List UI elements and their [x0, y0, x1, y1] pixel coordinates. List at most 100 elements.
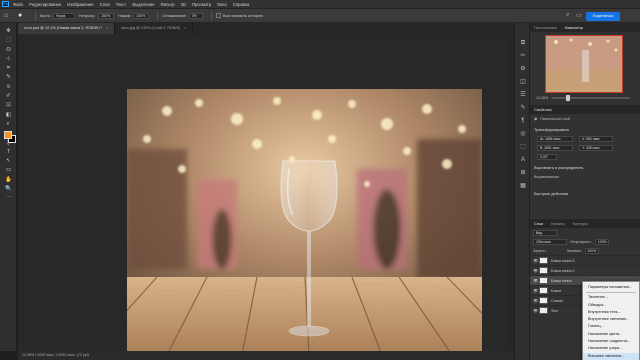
tab-document-1[interactable]: стол.psd @ 12,1% (Новая папка 2, RGB/8*)… — [18, 23, 116, 34]
tool-icon[interactable]: ⬚ — [0, 36, 17, 45]
panel-toggle-icon[interactable]: ✎ — [515, 102, 531, 115]
menu-item[interactable]: Файл — [13, 2, 23, 7]
panel-toggle-icon[interactable]: ◫ — [515, 76, 531, 89]
close-icon[interactable]: × — [106, 26, 108, 30]
tab-channels[interactable]: Каналы — [547, 222, 568, 226]
share-button[interactable]: Поделиться — [586, 12, 620, 21]
menu-item[interactable]: Справка — [233, 2, 249, 7]
panel-toggle-icon[interactable]: ⬚ — [515, 141, 531, 154]
menu-item[interactable]: Изображение — [67, 2, 93, 7]
layer-kind-icon: ▣ — [534, 116, 538, 121]
workspace-icon[interactable]: ▭ — [576, 12, 582, 19]
smoothing-input[interactable]: 0% — [188, 12, 203, 19]
tool-icon[interactable]: ✐ — [0, 92, 17, 101]
panel-toggle-icon[interactable]: ✂ — [515, 50, 531, 63]
tools-panel: ✥⬚ʘ⊹⌗✎⦸✐⊡◧◐◔⬯T↖▭✋🔍⋯ — [0, 23, 17, 351]
opacity-input[interactable]: 100% — [98, 12, 115, 19]
width-field[interactable]: Ш: 1894 пикс. — [537, 135, 573, 142]
home-icon[interactable]: ⌂ — [4, 12, 12, 20]
tool-icon[interactable]: ▭ — [0, 166, 17, 175]
menu-item[interactable]: Выделение — [132, 2, 154, 7]
menu-item[interactable]: Окно — [217, 2, 227, 7]
layer-kind-filter[interactable]: Вид — [533, 229, 557, 236]
tool-icon[interactable]: ↖ — [0, 157, 17, 166]
tab-paths[interactable]: Контуры — [569, 222, 592, 226]
tool-icon[interactable]: ⌗ — [0, 64, 17, 73]
layer-thumbnail — [539, 287, 548, 294]
context-menu-item[interactable]: Наложение цвета... — [583, 331, 639, 338]
tab-histogram[interactable]: Гистограмма — [530, 26, 561, 30]
close-icon[interactable]: × — [184, 26, 186, 30]
context-menu-item[interactable]: Наложение градиента... — [583, 338, 639, 345]
menu-item[interactable]: Текст — [116, 2, 127, 7]
menu-item[interactable]: Редактирование — [29, 2, 61, 7]
tab-layers[interactable]: Слои — [530, 222, 547, 226]
history-checkbox[interactable] — [215, 13, 221, 18]
context-menu-item[interactable]: Тиснение... — [583, 294, 639, 301]
panel-toggle-icon[interactable]: ¶ — [515, 115, 531, 128]
panel-toggle-icon[interactable]: ⚙ — [515, 63, 531, 76]
tool-icon[interactable]: ⊹ — [0, 55, 17, 64]
context-menu-item[interactable]: Внутренняя тень... — [583, 309, 639, 316]
mode-select[interactable]: Норм. — [53, 12, 76, 19]
foreground-color-swatch[interactable] — [4, 131, 12, 139]
tool-icon[interactable]: ⊡ — [0, 101, 17, 110]
context-menu-item[interactable]: Внутреннее свечение... — [583, 316, 639, 323]
context-menu-item[interactable]: Параметры наложения... — [583, 284, 639, 291]
tool-icon[interactable]: ✋ — [0, 176, 17, 185]
status-bar: 12,06% | 3000 пикс. x 2000 пикс. (72 ppi… — [18, 351, 514, 360]
tab-navigator[interactable]: Навигатор — [561, 26, 587, 30]
layer-thumbnail — [539, 277, 548, 284]
properties-header[interactable]: Свойства — [530, 105, 640, 114]
search-icon[interactable]: ⌕ — [566, 12, 569, 19]
fill-input[interactable]: 100% — [584, 247, 599, 254]
tool-icon[interactable]: ʘ — [0, 46, 17, 55]
blend-mode-select[interactable]: Обычные — [533, 238, 567, 245]
brush-preset-icon[interactable]: ● — [18, 12, 28, 20]
zoom-slider-knob[interactable] — [566, 95, 571, 101]
tool-icon[interactable]: 🔍 — [0, 185, 17, 194]
layer-thumbnail — [539, 267, 548, 274]
panel-toggle-icon[interactable]: ⊞ — [515, 167, 531, 180]
menu-item[interactable]: Просмотр — [192, 2, 211, 7]
tab-document-2[interactable]: фон.jpg @ 133% (Слой 0, RGB/8) × — [115, 23, 194, 34]
tool-icon[interactable]: ◐ — [0, 120, 17, 129]
tool-icon[interactable]: ◧ — [0, 111, 17, 120]
panel-toggle-icon[interactable]: ▦ — [515, 180, 531, 193]
context-menu-item[interactable]: Наложение узора... — [583, 345, 639, 352]
tool-icon[interactable]: T — [0, 148, 17, 157]
context-menu-item[interactable]: Глянец... — [583, 323, 639, 330]
tool-icon[interactable]: ✥ — [0, 27, 17, 36]
quick-actions-title[interactable]: Быстрые действия — [530, 187, 640, 198]
context-menu-item[interactable]: Внешнее свечение... — [583, 352, 639, 360]
layer-row[interactable]: 👁 Блики копия 2 — [530, 265, 640, 275]
tool-icon[interactable]: ✎ — [0, 73, 17, 82]
context-menu-item[interactable]: Обводка... — [583, 302, 639, 309]
zoom-value[interactable]: 12,06% — [536, 96, 548, 100]
panel-toggle-icon[interactable]: ☰ — [515, 89, 531, 102]
angle-field[interactable]: 0,00° — [537, 153, 557, 160]
layer-row[interactable]: 👁 Блики копия 3 — [530, 255, 640, 265]
app-logo[interactable]: Ps — [2, 1, 9, 7]
panel-toggle-icon[interactable]: ◎ — [515, 128, 531, 141]
navigator-thumbnail[interactable] — [545, 35, 623, 93]
align-section-title[interactable]: Выровнять и распределить — [530, 161, 640, 172]
height-field[interactable]: В: 2651 пикс. — [537, 144, 573, 151]
tool-icon[interactable]: ⦸ — [0, 83, 17, 92]
panel-toggle-icon[interactable]: ⧉ — [515, 37, 531, 50]
y-field[interactable]: Y: 338 пикс. — [579, 144, 613, 151]
tool-icon[interactable]: ⋯ — [0, 194, 17, 203]
layer-opacity-input[interactable]: 100% — [594, 238, 609, 245]
zoom-slider[interactable] — [552, 95, 630, 101]
canvas-area[interactable] — [18, 34, 514, 355]
menu-item[interactable]: 3D — [181, 2, 186, 7]
flow-input[interactable]: 100% — [133, 12, 150, 19]
menu-item[interactable]: Фильтр — [161, 2, 175, 7]
document-canvas[interactable] — [127, 89, 482, 355]
transform-section-title[interactable]: Трансформировать — [530, 123, 640, 134]
menu-item[interactable]: Слои — [100, 2, 110, 7]
x-field[interactable]: X: 580 пикс. — [579, 135, 613, 142]
divider — [35, 11, 36, 20]
layer-kind-label: Пиксельный слой — [540, 116, 570, 121]
panel-toggle-icon[interactable]: A — [515, 154, 531, 167]
